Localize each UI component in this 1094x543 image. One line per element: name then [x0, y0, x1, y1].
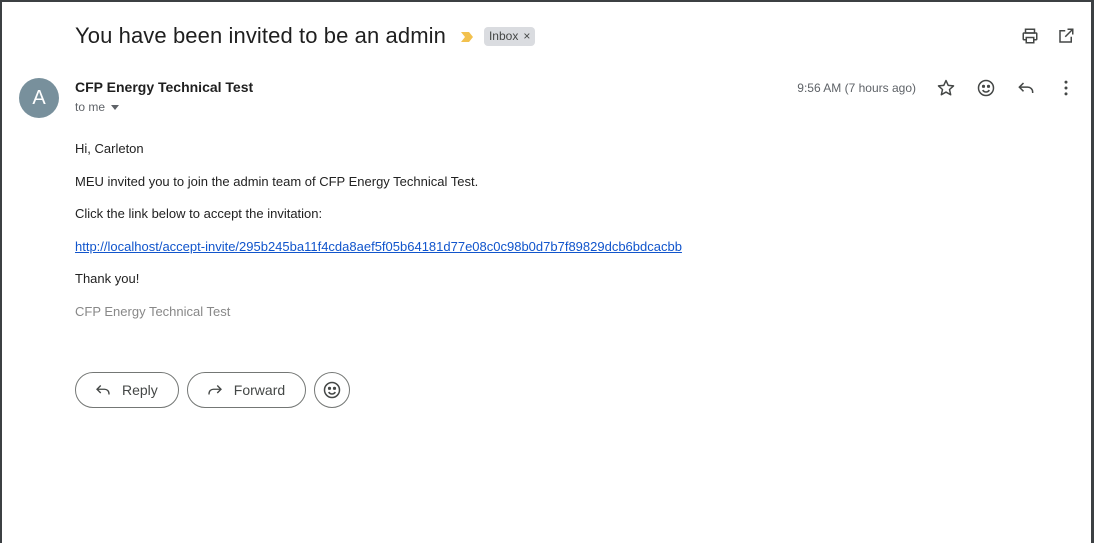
- reply-icon: [96, 385, 110, 395]
- emoji-reaction-button[interactable]: [314, 372, 351, 408]
- body-line-instruction: Click the link below to accept the invit…: [75, 206, 323, 221]
- forward-button[interactable]: Forward: [186, 372, 307, 408]
- more-options-icon[interactable]: [1056, 78, 1076, 98]
- thanks-line: Thank you!: [75, 271, 140, 286]
- email-subject: You have been invited to be an admin: [75, 23, 446, 48]
- body-line-invite: MEU invited you to join the admin team o…: [75, 173, 479, 189]
- reply-actions: Reply Forward: [75, 372, 351, 408]
- forward-icon: [208, 385, 222, 395]
- chevron-down-icon: [111, 104, 120, 110]
- label-text: Inbox: [488, 29, 519, 43]
- inbox-label-chip: Inbox ×: [483, 26, 536, 46]
- greeting: Hi, Carleton: [75, 141, 144, 156]
- star-icon[interactable]: [936, 78, 956, 98]
- smiley-icon: [323, 381, 341, 399]
- message-body: Hi, Carleton MEU invited you to join the…: [75, 141, 682, 336]
- forward-label: Forward: [233, 382, 286, 398]
- recipient-details-toggle[interactable]: to me: [75, 100, 120, 114]
- thread-toolbar: [1020, 26, 1076, 46]
- subject-row: You have been invited to be an admin Inb…: [75, 20, 536, 52]
- sender-name: CFP Energy Technical Test: [75, 79, 254, 95]
- emoji-reaction-icon[interactable]: [976, 78, 996, 98]
- message-toolbar: [936, 78, 1076, 98]
- print-icon[interactable]: [1020, 26, 1040, 46]
- remove-label-icon[interactable]: ×: [523, 29, 530, 43]
- signature: CFP Energy Technical Test: [75, 303, 231, 319]
- importance-marker-icon[interactable]: [460, 30, 474, 42]
- reply-button[interactable]: Reply: [75, 372, 179, 408]
- message-timestamp: 9:56 AM (7 hours ago): [797, 81, 916, 95]
- open-in-new-window-icon[interactable]: [1056, 26, 1076, 46]
- reply-icon[interactable]: [1016, 78, 1036, 98]
- accept-invite-link[interactable]: http://localhost/accept-invite/295b245ba…: [75, 239, 682, 254]
- recipient-label: to me: [75, 100, 106, 114]
- reply-label: Reply: [122, 382, 158, 398]
- avatar[interactable]: A: [19, 78, 59, 118]
